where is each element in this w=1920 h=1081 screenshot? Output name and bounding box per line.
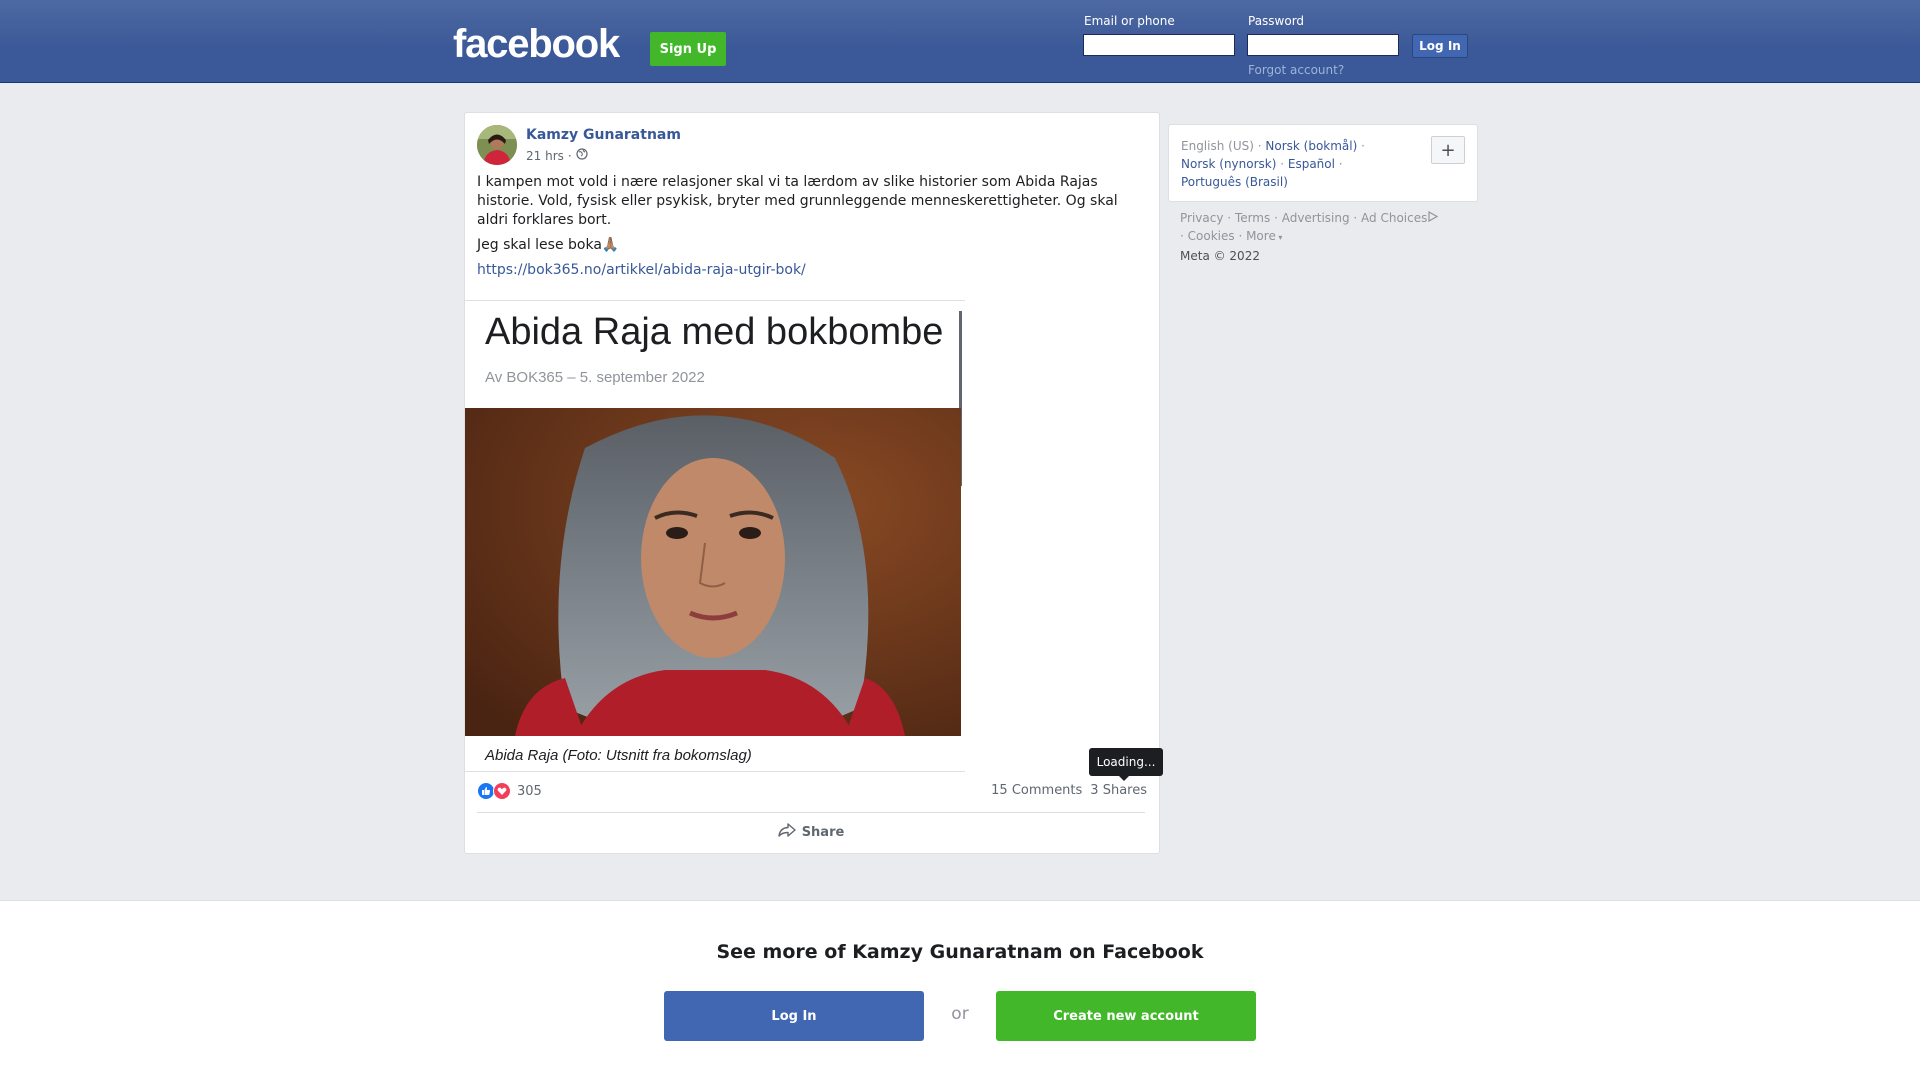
loading-tooltip: Loading...: [1089, 748, 1163, 781]
advertising-link[interactable]: Advertising: [1282, 211, 1350, 225]
author-name[interactable]: Kamzy Gunaratnam: [526, 127, 681, 143]
more-languages-button[interactable]: +: [1431, 136, 1465, 164]
language-link[interactable]: Norsk (bokmål): [1265, 139, 1357, 153]
post-meta: 21 hrs ·: [526, 148, 588, 163]
language-link[interactable]: Español: [1288, 157, 1335, 171]
love-icon: [493, 782, 511, 800]
forgot-account-link[interactable]: Forgot account?: [1248, 63, 1344, 77]
link-preview[interactable]: Abida Raja med bokbombe Av BOK365 – 5. s…: [465, 300, 965, 772]
language-box: English (US) · Norsk (bokmål) · Norsk (n…: [1168, 124, 1478, 202]
post-link[interactable]: https://bok365.no/artikkel/abida-raja-ut…: [477, 262, 806, 278]
login-button[interactable]: Log In: [1412, 34, 1468, 58]
email-input[interactable]: [1083, 34, 1235, 56]
top-bar: facebook Sign Up Email or phone Password…: [0, 0, 1920, 83]
more-link[interactable]: More ▾: [1246, 229, 1282, 243]
login-prompt-banner: See more of Kamzy Gunaratnam on Facebook…: [0, 900, 1920, 1081]
current-language: English (US): [1181, 139, 1254, 153]
create-account-button[interactable]: Create new account: [996, 991, 1256, 1041]
post-card: Kamzy Gunaratnam 21 hrs · I kampen mot v…: [464, 112, 1163, 854]
banner-title: See more of Kamzy Gunaratnam on Facebook: [716, 941, 1204, 963]
password-label: Password: [1248, 14, 1305, 28]
sign-up-button[interactable]: Sign Up: [650, 32, 726, 66]
reactions-summary[interactable]: 305: [477, 782, 542, 800]
preview-photo: [465, 408, 961, 736]
share-button[interactable]: Share: [477, 817, 1145, 847]
globe-icon: [576, 148, 588, 163]
engagement-counts: 15 Comments 3 Shares: [991, 783, 1147, 798]
banner-login-button[interactable]: Log In: [664, 991, 924, 1041]
privacy-link[interactable]: Privacy: [1180, 211, 1223, 225]
preview-byline: Av BOK365 – 5. september 2022: [485, 369, 705, 386]
meta-separator: ·: [567, 148, 572, 163]
post-paragraph: I kampen mot vold i nære relasjoner skal…: [477, 174, 1118, 228]
banner-or-label: or: [951, 1004, 969, 1024]
divider: [477, 812, 1145, 813]
cookies-link[interactable]: Cookies: [1188, 229, 1235, 243]
preview-title: Abida Raja med bokbombe: [485, 311, 944, 353]
post-time[interactable]: 21 hrs: [526, 149, 564, 163]
footer-links: Privacy · Terms · Advertising · Ad Choic…: [1180, 209, 1480, 265]
language-link[interactable]: Português (Brasil): [1181, 175, 1288, 189]
email-label: Email or phone: [1084, 14, 1175, 28]
post-body: I kampen mot vold i nære relasjoner skal…: [477, 173, 1137, 286]
terms-link[interactable]: Terms: [1235, 211, 1270, 225]
more-label: More: [1246, 229, 1276, 243]
ad-choices-link[interactable]: Ad Choices: [1361, 210, 1439, 225]
language-link[interactable]: Norsk (nynorsk): [1181, 157, 1276, 171]
facebook-logo[interactable]: facebook: [453, 22, 620, 67]
preview-caption: Abida Raja (Foto: Utsnitt fra bokomslag): [485, 747, 752, 764]
share-label: Share: [801, 824, 845, 840]
ad-choices-icon: [1427, 210, 1439, 225]
caret-down-icon: ▾: [1275, 233, 1283, 242]
password-input[interactable]: [1247, 34, 1399, 56]
share-icon: [777, 822, 796, 842]
copyright: Meta © 2022: [1180, 249, 1260, 263]
reaction-count: 305: [517, 783, 542, 799]
shares-count[interactable]: 3 Shares: [1090, 783, 1147, 798]
post-paragraph: Jeg skal lese boka🙏🏽: [477, 237, 620, 253]
avatar[interactable]: [477, 125, 517, 165]
ad-choices-label: Ad Choices: [1361, 211, 1428, 225]
language-list: English (US) · Norsk (bokmål) · Norsk (n…: [1181, 139, 1365, 189]
comments-count[interactable]: 15 Comments: [991, 783, 1082, 798]
